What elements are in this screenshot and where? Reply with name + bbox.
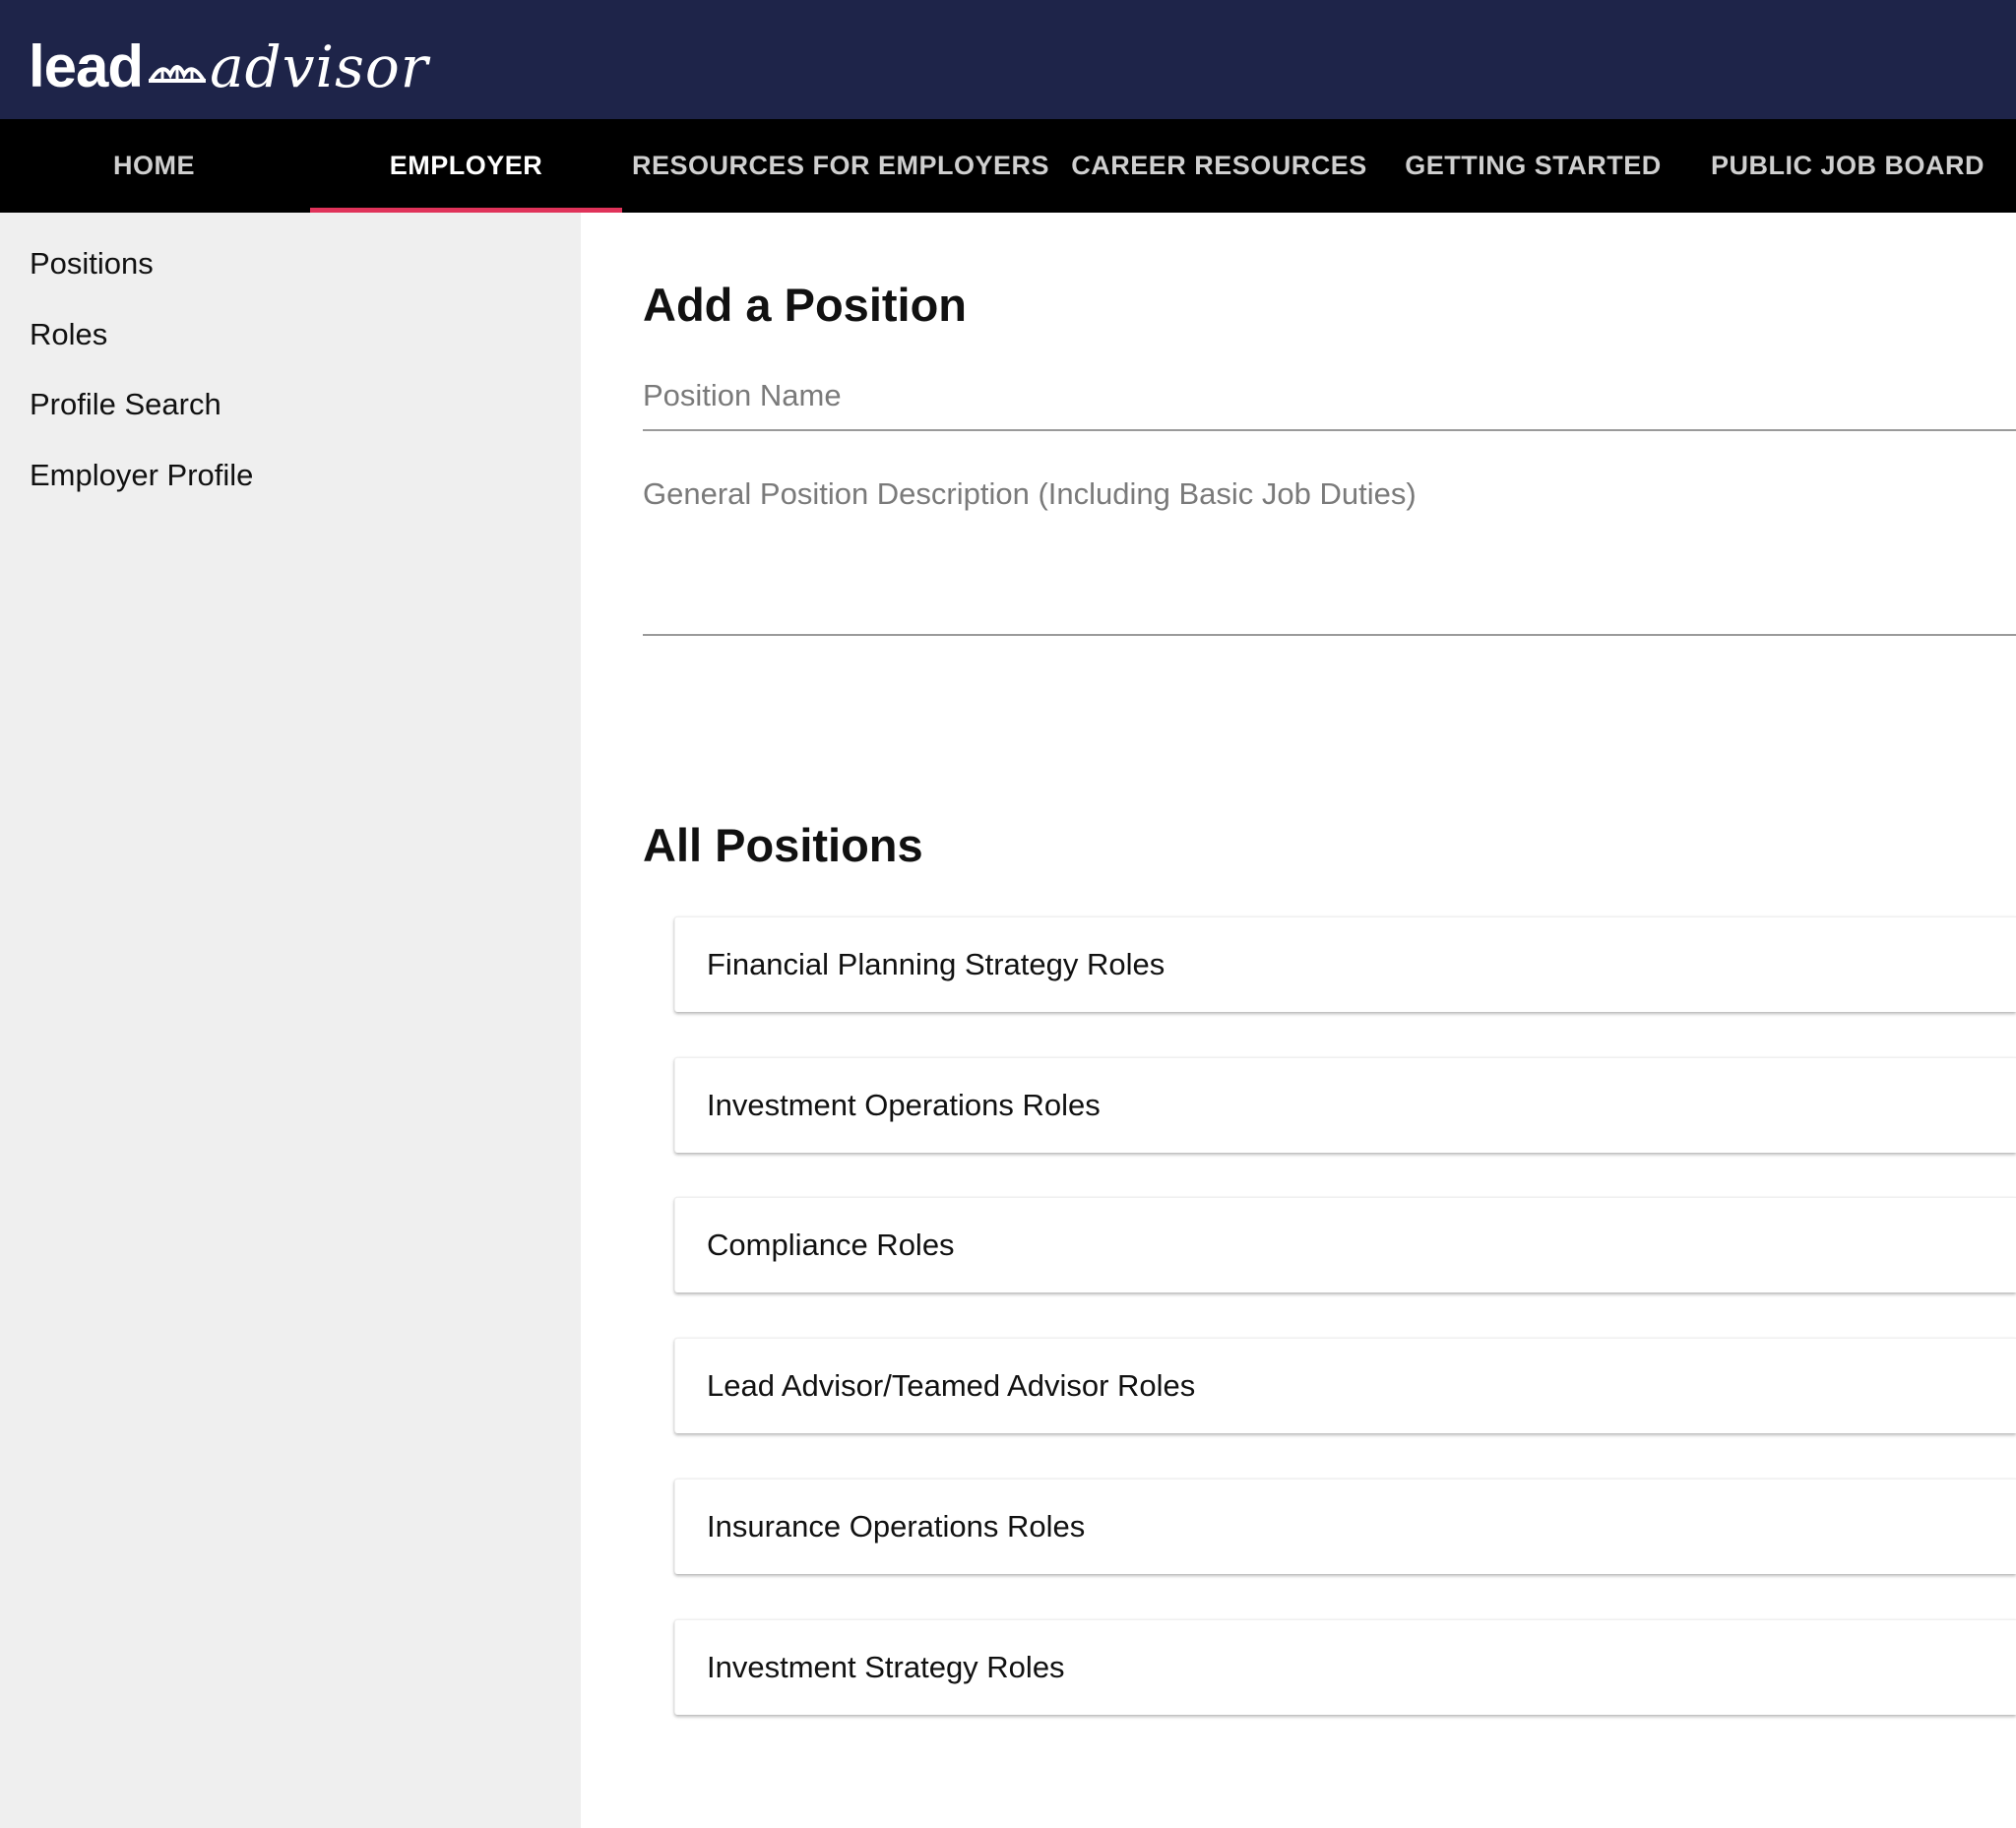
sidebar-item-roles[interactable]: Roles	[30, 317, 107, 352]
position-card-label: Investment Operations Roles	[707, 1088, 1101, 1122]
sidebar-item-positions[interactable]: Positions	[30, 246, 154, 282]
position-card-lead-advisor-teamed-advisor[interactable]: Lead Advisor/Teamed Advisor Roles	[674, 1338, 2016, 1433]
sidebar-item-profile-search[interactable]: Profile Search	[30, 387, 221, 422]
position-card-label: Financial Planning Strategy Roles	[707, 947, 1166, 981]
nav-item-career-resources[interactable]: CAREER RESOURCES	[1069, 119, 1369, 213]
position-card-investment-strategy[interactable]: Investment Strategy Roles	[674, 1619, 2016, 1715]
sidebar-item-employer-profile[interactable]: Employer Profile	[30, 458, 253, 493]
position-card-label: Investment Strategy Roles	[707, 1650, 1065, 1684]
position-card-investment-operations[interactable]: Investment Operations Roles	[674, 1057, 2016, 1153]
logo-text-lead: lead	[29, 33, 144, 99]
add-position-title: Add a Position	[643, 279, 967, 331]
position-card-label: Insurance Operations Roles	[707, 1509, 1086, 1544]
bridge-icon	[149, 65, 207, 83]
nav-item-resources-for-employers[interactable]: RESOURCES FOR EMPLOYERS	[630, 119, 1051, 213]
position-card-financial-planning-strategy[interactable]: Financial Planning Strategy Roles	[674, 916, 2016, 1012]
position-description-textarea[interactable]	[643, 467, 2016, 636]
nav-item-getting-started[interactable]: GETTING STARTED	[1388, 119, 1678, 213]
sidebar: Positions Roles Profile Search Employer …	[0, 213, 581, 1828]
brand-bar: lead advisor	[0, 0, 2016, 119]
lead-advisor-logo[interactable]: lead advisor	[29, 22, 429, 100]
nav-item-employer[interactable]: EMPLOYER	[310, 119, 622, 213]
main-content: Add a Position All Positions Financial P…	[581, 213, 2016, 1828]
nav-item-home[interactable]: HOME	[0, 119, 308, 213]
position-card-insurance-operations[interactable]: Insurance Operations Roles	[674, 1479, 2016, 1574]
position-card-label: Compliance Roles	[707, 1228, 955, 1262]
position-name-input[interactable]	[643, 370, 2016, 431]
position-card-label: Lead Advisor/Teamed Advisor Roles	[707, 1368, 1196, 1403]
position-card-compliance[interactable]: Compliance Roles	[674, 1197, 2016, 1292]
all-positions-title: All Positions	[643, 819, 923, 871]
nav-item-public-job-board[interactable]: PUBLIC JOB BOARD	[1698, 119, 1997, 213]
main-nav: HOME EMPLOYER RESOURCES FOR EMPLOYERS CA…	[0, 119, 2016, 213]
logo-text-advisor: advisor	[210, 33, 429, 100]
